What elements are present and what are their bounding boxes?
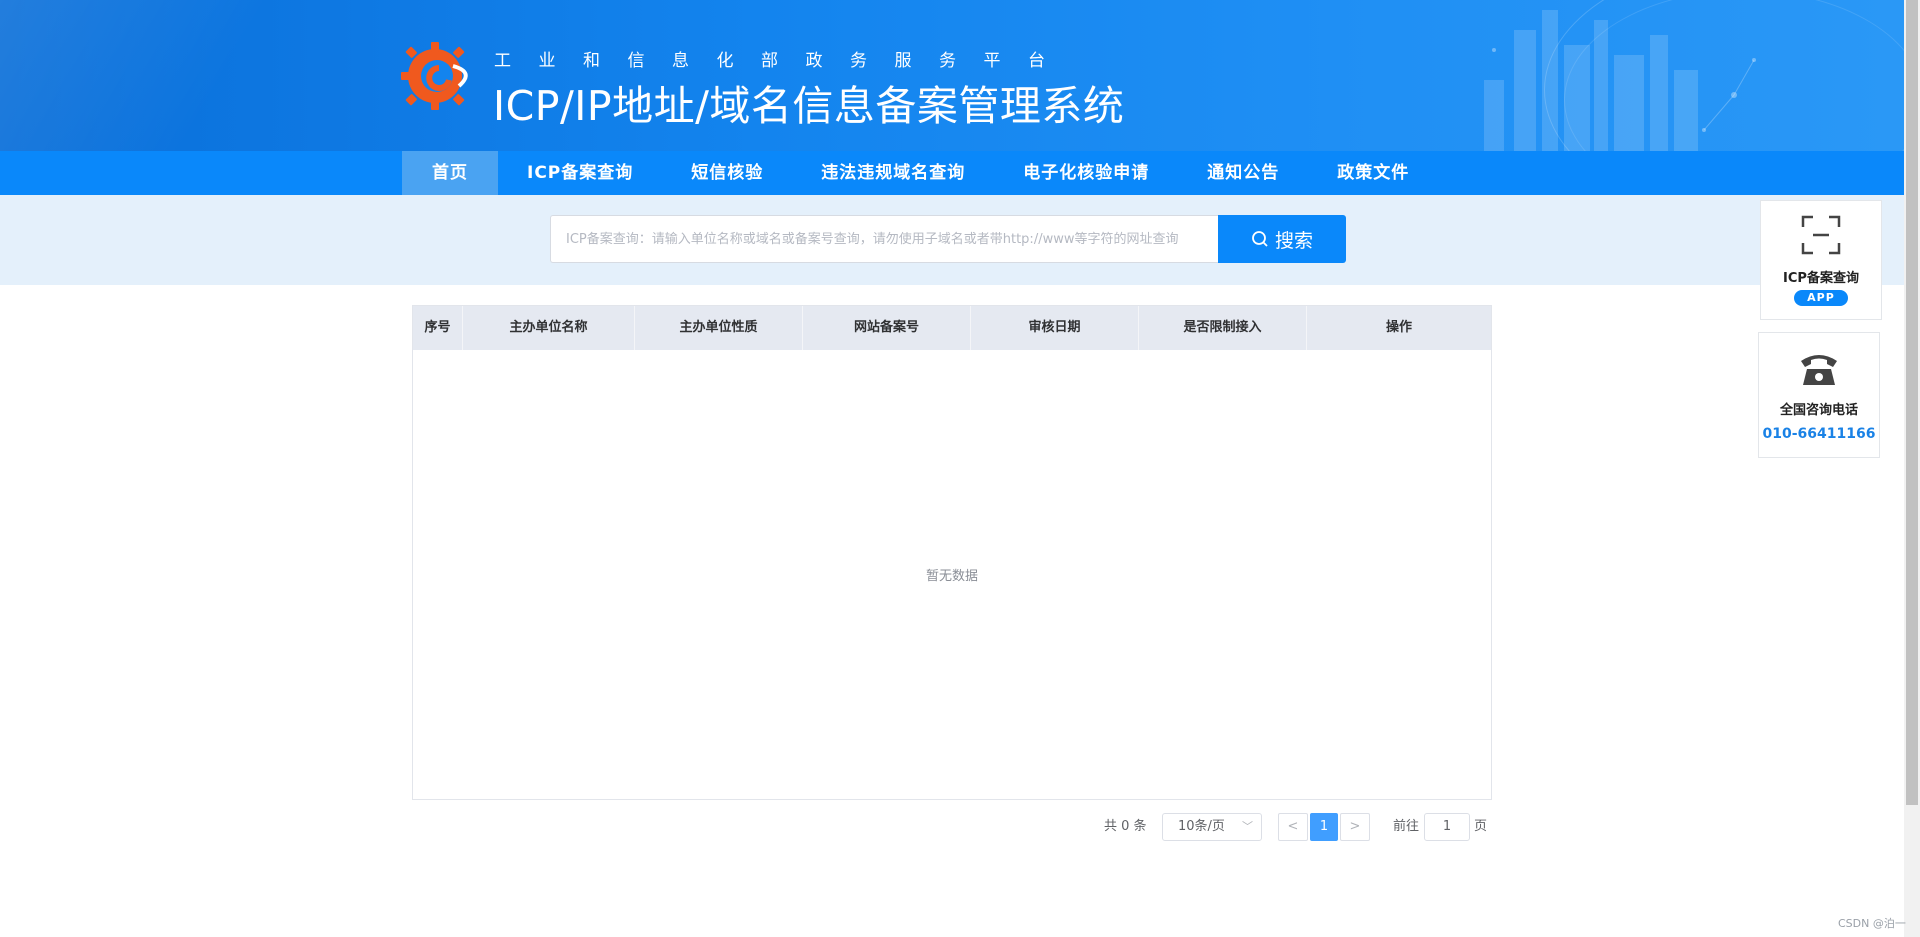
phone-number: 010-66411166 (1762, 426, 1876, 442)
scrollbar-thumb[interactable] (1906, 0, 1918, 805)
main-nav: 首页 ICP备案查询 短信核验 违法违规域名查询 电子化核验申请 通知公告 政策… (0, 151, 1904, 195)
goto-label: 前往 (1393, 819, 1420, 834)
telephone-icon (1801, 355, 1837, 385)
table-header: 序号 主办单位名称 主办单位性质 网站备案号 审核日期 是否限制接入 操作 (413, 306, 1491, 350)
chevron-down-icon: ﹀ (1242, 820, 1253, 833)
phone-card-label: 全国咨询电话 (1779, 403, 1858, 418)
nav-item-home[interactable]: 首页 (402, 151, 498, 195)
goto-page-input[interactable]: 1 (1424, 813, 1470, 841)
search-input[interactable] (550, 215, 1218, 263)
chevron-left-icon: < (1287, 819, 1299, 834)
header-subtitle: 工业和信息化部政务服务平台 (494, 51, 1073, 71)
app-card-label: ICP备案查询 (1783, 271, 1859, 286)
nav-item-policy[interactable]: 政策文件 (1308, 151, 1438, 195)
header-banner: 工业和信息化部政务服务平台 ICP/IP地址/域名信息备案管理系统 (0, 0, 1904, 151)
page-size-value: 10条/页 (1178, 819, 1225, 834)
page-size-select[interactable]: 10条/页 ﹀ (1162, 813, 1262, 841)
search-icon (1252, 231, 1268, 247)
header-title: ICP/IP地址/域名信息备案管理系统 (493, 82, 1125, 130)
column-header: 操作 (1385, 320, 1412, 335)
column-header: 主办单位性质 (635, 306, 803, 350)
nav-item-sms-verify[interactable]: 短信核验 (662, 151, 792, 195)
column-header: 是否限制接入 (1139, 306, 1307, 350)
results-table: 序号 主办单位名称 主办单位性质 网站备案号 审核日期 是否限制接入 操作 暂无… (412, 305, 1492, 800)
next-page-button[interactable]: > (1340, 813, 1370, 841)
nav-item-notice[interactable]: 通知公告 (1178, 151, 1308, 195)
page-scrollbar[interactable] (1904, 0, 1920, 937)
prev-page-button[interactable]: < (1278, 813, 1308, 841)
app-badge: APP (1794, 290, 1848, 306)
header-decoration (0, 0, 360, 151)
skyline-decoration (1484, 10, 1756, 151)
page-suffix-label: 页 (1474, 819, 1488, 834)
search-button-label: 搜索 (1274, 230, 1313, 252)
page: 工业和信息化部政务服务平台 ICP/IP地址/域名信息备案管理系统 首页 ICP… (0, 0, 1920, 937)
nav-item-illegal-domain[interactable]: 违法违规域名查询 (792, 151, 994, 195)
watermark: CSDN @泊一 (1838, 917, 1906, 930)
chevron-right-icon: > (1349, 819, 1361, 834)
search-button[interactable]: 搜索 (1218, 215, 1346, 263)
miit-logo-icon (401, 42, 468, 110)
nav-item-e-verify[interactable]: 电子化核验申请 (994, 151, 1178, 195)
column-header: 主办单位名称 (463, 306, 635, 350)
column-header: 序号 (413, 306, 463, 350)
column-header: 审核日期 (971, 306, 1139, 350)
page-number-current[interactable]: 1 (1310, 813, 1338, 841)
app-query-card[interactable]: ICP备案查询 APP (1760, 200, 1882, 320)
empty-state-text: 暂无数据 (925, 569, 978, 584)
phone-card: 全国咨询电话 010-66411166 (1758, 332, 1880, 458)
column-header: 网站备案号 (803, 306, 971, 350)
nav-item-icp-query[interactable]: ICP备案查询 (498, 151, 662, 195)
nav-items: 首页 ICP备案查询 短信核验 违法违规域名查询 电子化核验申请 通知公告 政策… (402, 151, 1438, 195)
pagination-total: 共 0 条 (1104, 819, 1147, 834)
scan-icon (1801, 215, 1841, 255)
